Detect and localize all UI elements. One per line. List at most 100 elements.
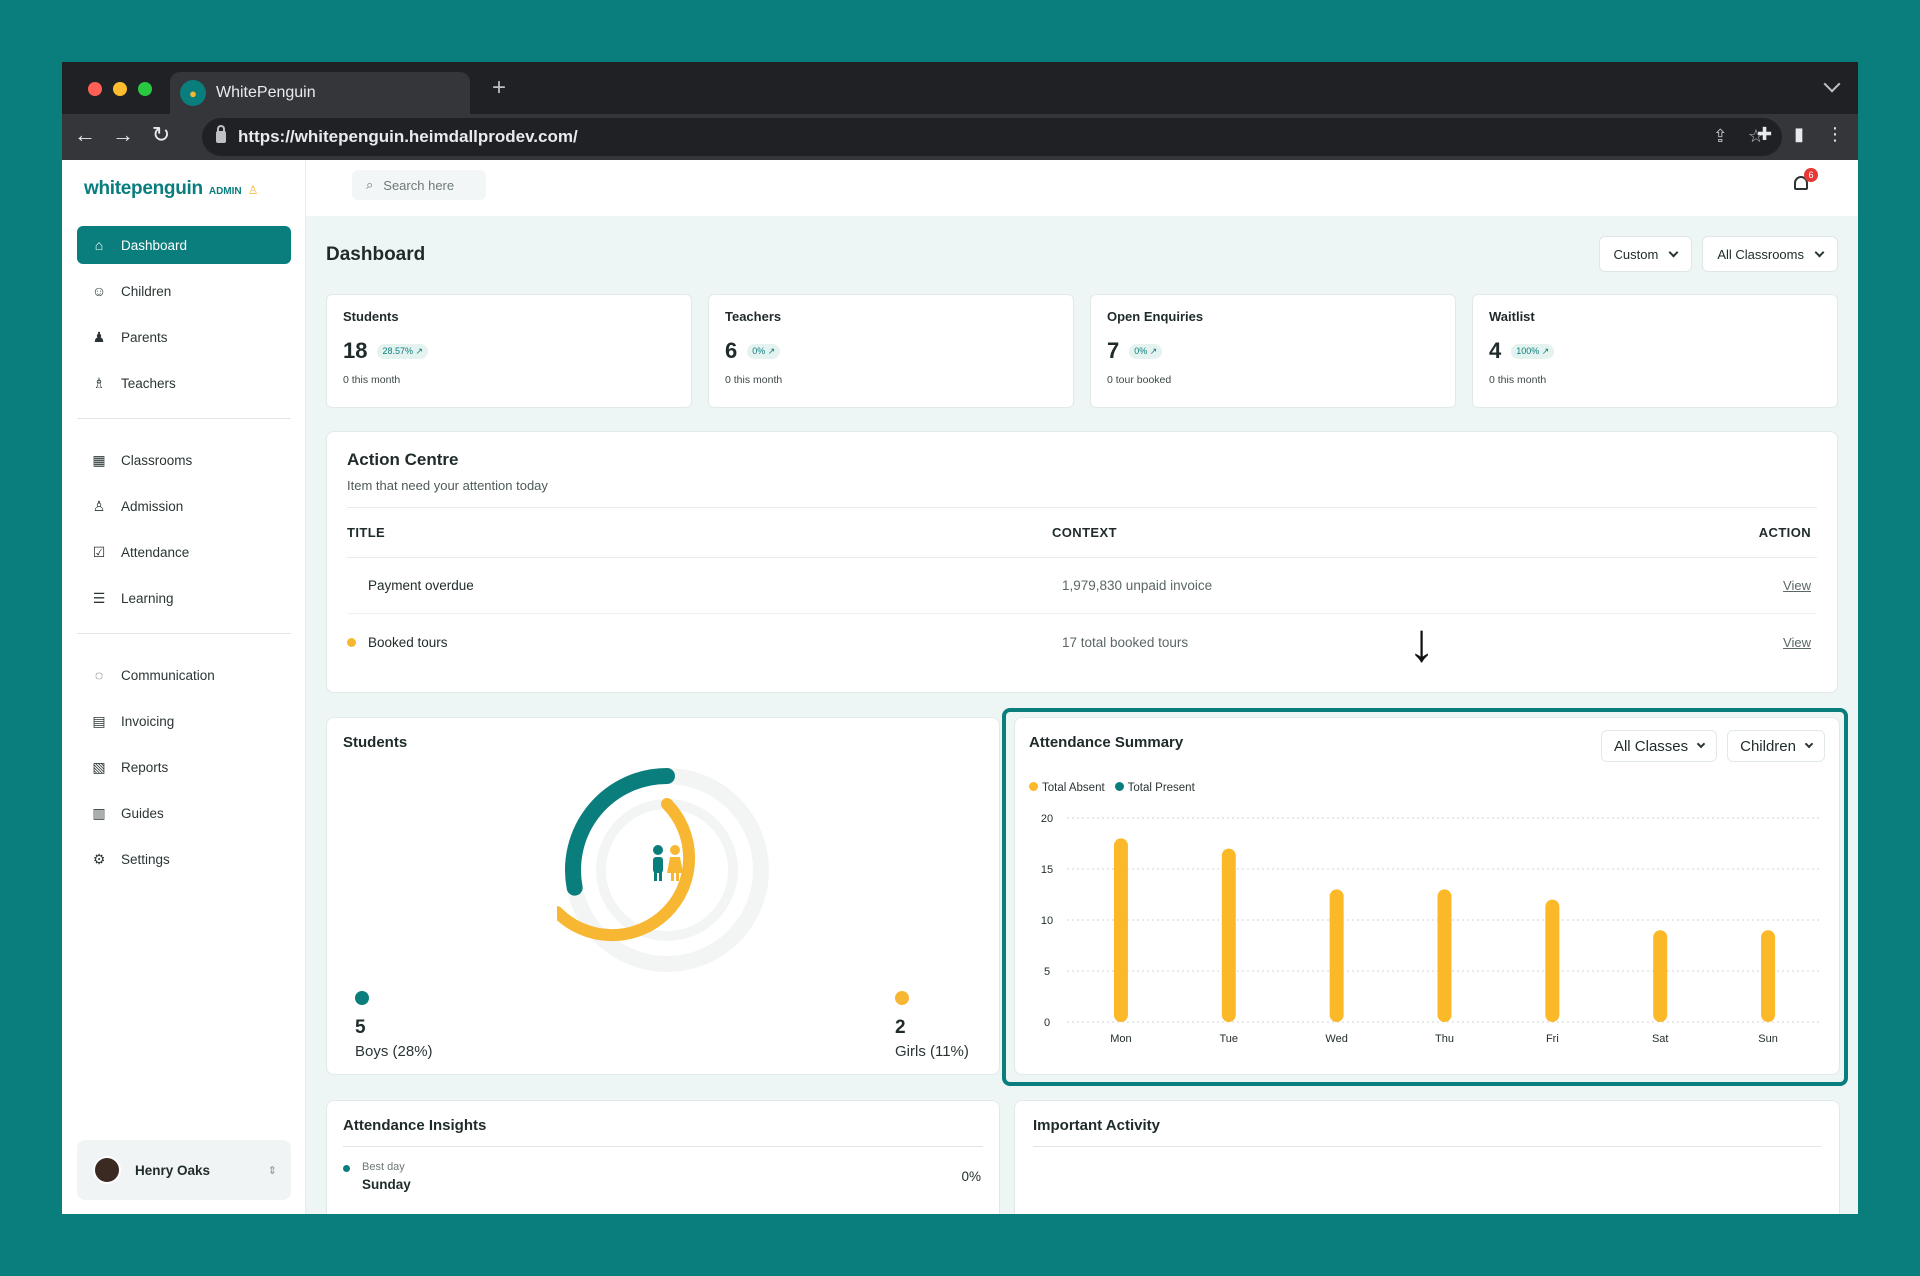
- table-row: Booked tours 17 total booked tours View: [347, 614, 1817, 670]
- search-input[interactable]: ⌕ Search here: [352, 170, 486, 200]
- stat-label: Students: [343, 309, 399, 324]
- sidebar-item-label: Attendance: [121, 544, 190, 560]
- browser-menu-icon[interactable]: ⋮: [1826, 124, 1844, 145]
- sidebar-item-label: Parents: [121, 329, 168, 345]
- sidebar-item-settings[interactable]: ⚙ Settings: [77, 840, 291, 878]
- stat-change-badge: 100% ↗: [1511, 343, 1555, 359]
- sidebar-item-guides[interactable]: ▥ Guides: [77, 794, 291, 832]
- user-menu[interactable]: Henry Oaks ⇕: [77, 1140, 291, 1200]
- best-day-value: Sunday: [362, 1177, 411, 1192]
- chevron-down-icon: [1668, 247, 1679, 257]
- sidebar-item-invoicing[interactable]: ▤ Invoicing: [77, 702, 291, 740]
- table-row: Payment overdue 1,979,830 unpaid invoice…: [347, 558, 1817, 614]
- sidebar-item-label: Teachers: [121, 375, 176, 391]
- status-dot: [347, 637, 356, 647]
- sidebar-item-communication[interactable]: ◌ Communication: [77, 656, 291, 694]
- stat-subtext: 0 this month: [1489, 374, 1547, 386]
- page-title: Dashboard: [326, 244, 426, 265]
- notifications-button[interactable]: 6: [1792, 168, 1818, 196]
- new-tab-icon[interactable]: +: [492, 74, 506, 102]
- classrooms-value: All Classrooms: [1717, 246, 1804, 262]
- top-bar: ⌕ Search here 6: [306, 160, 1858, 216]
- sidebar-item-admission[interactable]: ♙ Admission: [77, 487, 291, 525]
- stat-subtext: 0 tour booked: [1107, 374, 1172, 386]
- url-field[interactable]: https://whitepenguin.heimdallprodev.com/…: [202, 118, 1782, 156]
- stat-value: 4: [1489, 338, 1502, 363]
- boys-label: Boys (28%): [355, 1043, 433, 1060]
- row-title: Payment overdue: [368, 578, 474, 593]
- sidebar-item-parents[interactable]: ♟ Parents: [77, 318, 291, 356]
- gear-icon: ⚙: [92, 850, 106, 867]
- boys-legend-dot: [355, 991, 369, 1005]
- invoice-icon: ▤: [92, 712, 106, 729]
- view-link[interactable]: View: [1783, 578, 1811, 593]
- divider: [343, 1146, 983, 1147]
- admin-user-icon: ♙: [247, 183, 259, 197]
- user-name: Henry Oaks: [135, 1162, 211, 1178]
- sidebar-item-attendance[interactable]: ☑ Attendance: [77, 533, 291, 571]
- logo-text: whitepenguin: [84, 178, 203, 199]
- row-context: 17 total booked tours: [1062, 634, 1189, 650]
- boys-legend: 5 Boys (28%): [355, 991, 433, 1060]
- sidebar-item-label: Invoicing: [121, 713, 175, 729]
- teacher-icon: ♗: [92, 374, 106, 391]
- row-context: 1,979,830 unpaid invoice: [1062, 578, 1213, 593]
- logo[interactable]: whitepenguin ADMIN ♙: [84, 178, 258, 200]
- stat-card-open-enquiries[interactable]: Open Enquiries 7 0% ↗ 0 tour booked: [1090, 294, 1456, 408]
- sidebar-item-learning[interactable]: ☰ Learning: [77, 579, 291, 617]
- stat-value: 6: [725, 338, 738, 363]
- sidebar-item-label: Communication: [121, 667, 215, 683]
- browser-tab[interactable]: ● WhitePenguin: [170, 72, 470, 114]
- stat-value: 18: [343, 338, 368, 363]
- sidebar-item-label: Dashboard: [121, 237, 188, 253]
- side-panel-icon[interactable]: ▮: [1794, 124, 1804, 145]
- sidebar-item-label: Reports: [121, 759, 169, 775]
- extensions-puzzle-icon[interactable]: ✚: [1757, 124, 1772, 145]
- forward-arrow-icon[interactable]: →: [108, 122, 138, 148]
- chevron-down-icon: [1814, 247, 1825, 257]
- classrooms-select[interactable]: All Classrooms: [1702, 236, 1838, 272]
- students-card-title: Students: [343, 734, 408, 751]
- browser-window: ● WhitePenguin + ← → ↻ https://whitepeng…: [62, 62, 1858, 1214]
- stat-card-waitlist[interactable]: Waitlist 4 100% ↗ 0 this month: [1472, 294, 1838, 408]
- back-arrow-icon[interactable]: ←: [70, 122, 100, 148]
- sidebar-item-label: Children: [121, 283, 172, 299]
- sidebar-item-reports[interactable]: ▧ Reports: [77, 748, 291, 786]
- students-card: Students 5 Boys (28%) 2 Girls (11%): [326, 717, 1000, 1075]
- stat-subtext: 0 this month: [343, 374, 401, 386]
- close-window-button[interactable]: [88, 82, 102, 96]
- stat-change-badge: 0% ↗: [747, 343, 781, 359]
- period-select[interactable]: Custom: [1598, 236, 1693, 272]
- sidebar-item-children[interactable]: ☺ Children: [77, 272, 291, 310]
- maximize-window-button[interactable]: [138, 82, 152, 96]
- sidebar-item-teachers[interactable]: ♗ Teachers: [77, 364, 291, 402]
- penguin-favicon-icon: ●: [180, 80, 206, 106]
- children-icon: [653, 845, 683, 881]
- action-centre-card: Action Centre Item that need your attent…: [326, 431, 1838, 693]
- best-day-label: Best day: [362, 1161, 405, 1173]
- sidebar-divider: [77, 418, 291, 419]
- column-header-title: TITLE: [347, 525, 386, 540]
- tab-list-chevron-icon[interactable]: [1823, 75, 1841, 93]
- stat-cards: Students 18 28.57% ↗ 0 this month Teache…: [326, 294, 1838, 408]
- best-day-row: Best day Sunday 0%: [343, 1161, 983, 1192]
- app-shell: whitepenguin ADMIN ♙ ⌂ Dashboard ☺ Child…: [62, 160, 1858, 1214]
- minimize-window-button[interactable]: [113, 82, 127, 96]
- stat-card-teachers[interactable]: Teachers 6 0% ↗ 0 this month: [708, 294, 1074, 408]
- girls-count: 2: [895, 1017, 906, 1038]
- stat-value: 7: [1107, 338, 1120, 363]
- sidebar-item-label: Settings: [121, 851, 170, 867]
- stat-change-badge: 0% ↗: [1129, 343, 1163, 359]
- attendance-insights-title: Attendance Insights: [343, 1117, 487, 1134]
- user-add-icon: ♙: [92, 497, 106, 514]
- reload-icon[interactable]: ↻: [146, 122, 176, 148]
- sidebar-item-dashboard[interactable]: ⌂ Dashboard: [77, 226, 291, 264]
- stat-card-students[interactable]: Students 18 28.57% ↗ 0 this month: [326, 294, 692, 408]
- notification-count-badge: 6: [1804, 168, 1818, 182]
- view-link[interactable]: View: [1783, 635, 1811, 650]
- parents-icon: ♟: [92, 328, 106, 345]
- sidebar-nav: ⌂ Dashboard ☺ Children ♟ Parents ♗ Teach…: [77, 226, 291, 886]
- share-icon[interactable]: ⇪: [1713, 126, 1728, 147]
- sidebar-item-classrooms[interactable]: ▦ Classrooms: [77, 441, 291, 479]
- stat-subtext: 0 this month: [725, 374, 783, 386]
